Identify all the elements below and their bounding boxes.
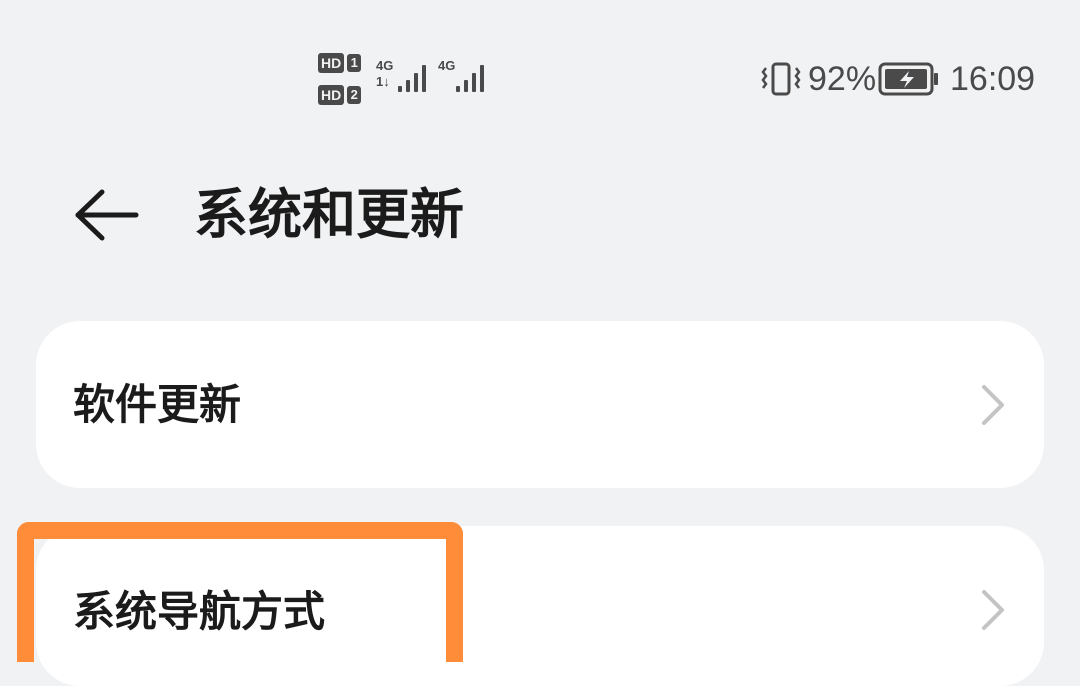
chevron-right-icon (982, 385, 1004, 425)
page-title: 系统和更新 (194, 183, 464, 246)
network-type-label: 4G (376, 58, 394, 73)
sim-indicators: HD 1 HD 2 (318, 52, 368, 108)
vibrate-icon (761, 62, 801, 96)
back-arrow-icon (75, 189, 139, 241)
system-navigation-item[interactable]: 系统导航方式 (36, 526, 1044, 686)
system-navigation-label: 系统导航方式 (73, 587, 326, 636)
status-bar: HD 1 HD 2 4G 1↓ 4G 92% 16:09 (0, 0, 1080, 130)
hd-badge: HD (318, 53, 345, 73)
network-type-label: 4G (438, 58, 456, 73)
clock: 16:09 (950, 60, 1036, 98)
chevron-right-icon (982, 590, 1004, 630)
sim2-number: 2 (347, 86, 362, 104)
sim1-number: 1 (347, 54, 362, 72)
software-update-label: 软件更新 (73, 380, 242, 429)
signal-bars (456, 62, 488, 92)
hd-badge: HD (318, 85, 345, 105)
data-activity-icon: 1↓ (376, 74, 390, 89)
software-update-item[interactable]: 软件更新 (36, 321, 1044, 488)
battery-charging-icon (878, 62, 938, 96)
signal-bars (398, 62, 430, 92)
battery-percentage: 92% (808, 60, 877, 98)
back-button[interactable] (66, 180, 148, 250)
sim1-indicator: HD 1 (318, 52, 368, 74)
sim2-indicator: HD 2 (318, 84, 368, 106)
